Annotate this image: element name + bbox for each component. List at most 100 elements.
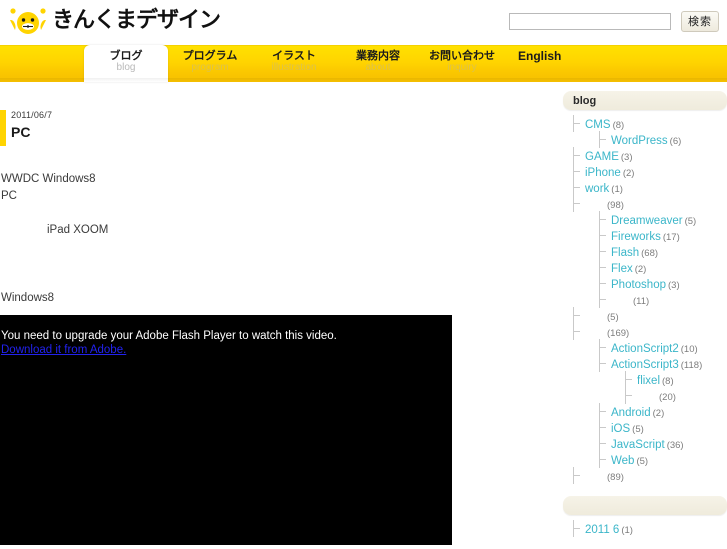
flash-video-placeholder[interactable]: You need to upgrade your Adobe Flash Pla…: [0, 315, 452, 545]
nav-item-english[interactable]: English: [504, 42, 608, 82]
sidebar-category-count: (5): [636, 456, 649, 467]
sidebar-category-label[interactable]: Dreamweaver: [611, 215, 683, 227]
sidebar-category-item[interactable]: Android (2): [563, 403, 727, 420]
sidebar-category-count: (2): [634, 264, 647, 275]
sidebar-category-item[interactable]: (89): [563, 467, 727, 484]
tree-branch-icon: [599, 363, 606, 364]
nav-item-illustration[interactable]: イラスト illustration: [252, 44, 336, 82]
nav-item-about-en: about: [365, 61, 391, 73]
sidebar-category-item[interactable]: JavaScript (36): [563, 435, 727, 452]
sidebar-category-count: (169): [607, 328, 630, 339]
sidebar-category-label[interactable]: ActionScript3: [611, 359, 679, 371]
sidebar-category-label[interactable]: Flash: [611, 247, 639, 259]
tree-branch-icon: [599, 251, 606, 252]
sidebar-category-item[interactable]: Photoshop (3): [563, 275, 727, 292]
sidebar-category-count: (5): [632, 424, 644, 435]
sidebar-category-label[interactable]: WordPress: [611, 135, 668, 147]
sidebar-category-label[interactable]: Flex: [611, 263, 633, 275]
sidebar-archive-label[interactable]: 2011 6: [585, 524, 619, 536]
nav-item-illustration-jp: イラスト: [272, 49, 316, 62]
sidebar-category-item[interactable]: iPhone (2): [563, 163, 727, 180]
tree-line-icon: [599, 451, 600, 468]
main-navigation: ブログ blog プログラム program イラスト illustration…: [0, 45, 727, 82]
post-line-1: WWDC Windows8: [1, 173, 96, 185]
sidebar-category-item[interactable]: Flex (2): [563, 259, 727, 276]
sidebar-archive-heading: [563, 496, 727, 515]
sidebar-category-item[interactable]: ActionScript2 (10): [563, 339, 727, 356]
sidebar-category-label[interactable]: work: [585, 183, 609, 195]
sidebar-category-item[interactable]: flixel (8): [563, 371, 727, 388]
tree-branch-icon: [573, 203, 580, 204]
sidebar-category-item[interactable]: Web (5): [563, 451, 727, 468]
tree-line-icon: [599, 131, 600, 148]
tree-branch-icon: [599, 411, 606, 412]
sidebar-category-item[interactable]: WordPress (6): [563, 131, 727, 148]
site-header: きんくまデザイン 検索: [0, 0, 727, 45]
nav-item-about-jp: 業務内容: [356, 49, 400, 62]
sidebar-category-count: (3): [668, 280, 680, 291]
sidebar-archive-item[interactable]: 2011 6 (1): [563, 520, 727, 537]
tree-branch-icon: [573, 331, 580, 332]
sidebar-category-label[interactable]: GAME: [585, 151, 619, 163]
search-button[interactable]: 検索: [681, 11, 719, 32]
sidebar-category-count: (68): [641, 248, 659, 259]
tree-line-icon: [599, 339, 600, 356]
sidebar-category-label[interactable]: CMS: [585, 119, 611, 131]
sidebar-category-label[interactable]: ActionScript2: [611, 343, 679, 355]
sidebar-category-label[interactable]: Web: [611, 455, 634, 467]
flash-upgrade-message: You need to upgrade your Adobe Flash Pla…: [1, 330, 337, 342]
sidebar-category-count: (11): [633, 296, 650, 307]
sidebar-category-label[interactable]: Photoshop: [611, 279, 666, 291]
page-title: PC: [11, 124, 31, 140]
tree-branch-icon: [573, 475, 580, 476]
sidebar-category-label[interactable]: iPhone: [585, 167, 621, 179]
search-input[interactable]: [509, 13, 671, 30]
tree-line-icon: [573, 147, 574, 164]
main-content: 2011/06/7 PC WWDC Windows8 PC iPad XOOM …: [0, 82, 556, 545]
nav-item-inquiry[interactable]: お問い合わせ inquiry: [420, 44, 504, 82]
sidebar-category-label[interactable]: flixel: [637, 375, 660, 387]
sidebar-category-label[interactable]: JavaScript: [611, 439, 665, 451]
tree-branch-icon: [573, 123, 580, 124]
sidebar-category-item[interactable]: (5): [563, 307, 727, 324]
sidebar-category-item[interactable]: work (1): [563, 179, 727, 196]
nav-item-about[interactable]: 業務内容 about: [336, 44, 420, 82]
sidebar-category-count: (36): [666, 440, 684, 451]
sidebar-category-item[interactable]: Dreamweaver (5): [563, 211, 727, 228]
sidebar-category-item[interactable]: (20): [563, 387, 727, 404]
sidebar-category-count: (17): [662, 232, 680, 243]
sidebar-category-item[interactable]: GAME (3): [563, 147, 727, 164]
sidebar-category-count: (5): [684, 216, 697, 227]
sidebar-category-item[interactable]: ActionScript3 (118): [563, 355, 727, 372]
sidebar-category-count: (2): [652, 408, 665, 419]
nav-item-program[interactable]: プログラム program: [168, 44, 252, 82]
sidebar-category-item[interactable]: Flash (68): [563, 243, 727, 260]
sidebar-archive-tree: 2011 6 (1): [563, 520, 727, 537]
sidebar-category-count: (118): [680, 360, 703, 371]
tree-branch-icon: [599, 443, 606, 444]
tree-line-icon: [599, 403, 600, 420]
sidebar-category-count: (10): [680, 344, 698, 355]
search-area: 検索: [509, 11, 719, 32]
sidebar-category-item[interactable]: (11): [563, 291, 727, 308]
sidebar-category-label[interactable]: iOS: [611, 423, 630, 435]
tree-line-icon: [599, 211, 600, 228]
sidebar: blog CMS (8) WordPress (6) GAME (3) iPhone (2) w…: [563, 91, 727, 549]
tree-branch-icon: [599, 235, 606, 236]
site-logo[interactable]: きんくまデザイン: [6, 4, 221, 38]
flash-download-link[interactable]: Download it from Adobe.: [1, 344, 126, 356]
sidebar-category-count: (5): [607, 312, 619, 323]
sidebar-category-item[interactable]: (169): [563, 323, 727, 340]
bear-face-icon: [6, 6, 50, 36]
sidebar-category-item[interactable]: CMS (8): [563, 115, 727, 132]
nav-item-program-en: program: [191, 61, 229, 73]
sidebar-blog-box: blog CMS (8) WordPress (6) GAME (3) iPhone (2) w…: [563, 91, 727, 484]
nav-item-blog[interactable]: ブログ blog: [84, 45, 168, 82]
sidebar-blog-heading: blog: [563, 91, 727, 110]
sidebar-category-item[interactable]: (98): [563, 195, 727, 212]
sidebar-category-label[interactable]: Fireworks: [611, 231, 661, 243]
sidebar-category-item[interactable]: iOS (5): [563, 419, 727, 436]
sidebar-category-item[interactable]: Fireworks (17): [563, 227, 727, 244]
nav-item-english-jp: English: [518, 49, 562, 63]
sidebar-category-label[interactable]: Android: [611, 407, 651, 419]
